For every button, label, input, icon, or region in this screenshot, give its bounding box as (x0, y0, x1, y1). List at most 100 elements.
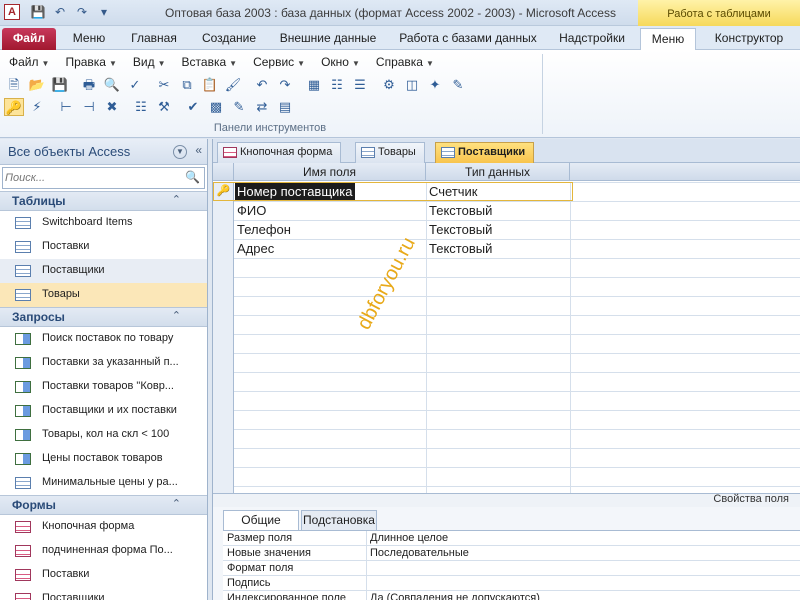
menu-help[interactable]: Справка ▼ (371, 55, 439, 69)
help-icon[interactable]: ✎ (448, 76, 468, 94)
nav-item-query[interactable]: Минимальные цены у ра... (0, 471, 207, 495)
nav-item-form[interactable]: Кнопочная форма (0, 515, 207, 539)
column-header-field-name[interactable]: Имя поля (234, 163, 426, 181)
tab-addins[interactable]: Надстройки (552, 28, 632, 50)
redo-icon[interactable]: ↷ (72, 4, 92, 20)
nav-menu-chevron-icon[interactable]: ▼ (173, 145, 187, 159)
indexes-icon[interactable]: ☷ (131, 98, 151, 116)
field-name-cell[interactable]: ФИО (237, 202, 266, 219)
row-selector[interactable] (213, 220, 234, 239)
nav-item-query[interactable]: Поиск поставок по товару (0, 327, 207, 351)
primary-key-icon[interactable]: 🔑 (213, 182, 234, 201)
tab-create[interactable]: Создание (192, 28, 266, 50)
doc-tab-goods[interactable]: Товары (355, 142, 425, 163)
nav-item-query[interactable]: Цены поставок товаров (0, 447, 207, 471)
nav-item-table[interactable]: Switchboard Items (0, 211, 207, 235)
primary-key-icon[interactable]: 🔑 (4, 98, 24, 116)
menu-window[interactable]: Окно ▼ (316, 55, 365, 69)
print-preview-icon[interactable]: 🔍 (102, 76, 122, 94)
nav-item-table[interactable]: Поставки (0, 235, 207, 259)
tab-database-tools[interactable]: Работа с базами данных (392, 28, 544, 50)
dependencies-icon[interactable]: ▤ (275, 98, 295, 116)
redo-icon[interactable]: ↷ (275, 76, 295, 94)
save-icon[interactable]: 💾 (50, 76, 70, 94)
nav-item-query[interactable]: Товары, кол на скл < 100 (0, 423, 207, 447)
nav-item-form[interactable]: Поставки (0, 563, 207, 587)
nav-search-input[interactable] (5, 169, 185, 187)
spelling-icon[interactable]: ✓ (125, 76, 145, 94)
tab-file[interactable]: Файл (2, 28, 56, 50)
tab-menu-context[interactable]: Меню (640, 28, 696, 50)
data-type-cell[interactable]: Текстовый (429, 221, 492, 238)
nav-item-table[interactable]: Товары (0, 283, 207, 307)
row-selector[interactable] (213, 201, 234, 220)
tab-external-data[interactable]: Внешние данные (272, 28, 384, 50)
search-icon[interactable]: 🔍 (185, 170, 200, 184)
undo-icon[interactable]: ↶ (252, 76, 272, 94)
menu-tools[interactable]: Сервис ▼ (248, 55, 310, 69)
build-icon[interactable]: ⚙ (379, 76, 399, 94)
tab-designer[interactable]: Конструктор (702, 28, 796, 50)
menu-view[interactable]: Вид ▼ (128, 55, 171, 69)
property-row[interactable]: Формат поля (223, 561, 800, 576)
property-row[interactable]: Размер поля Длинное целое (223, 531, 800, 546)
new-object-icon[interactable]: ✦ (425, 76, 445, 94)
delete-icon[interactable]: ✖ (102, 98, 122, 116)
print-icon[interactable]: 🖶 (79, 76, 99, 94)
tab-general[interactable]: Общие (223, 510, 299, 531)
field-name-cell[interactable]: Номер поставщика (235, 183, 355, 200)
edit-rules-icon[interactable]: ⚡ (27, 98, 47, 116)
nav-section-forms[interactable]: Формы ⌃ (0, 495, 207, 515)
format-painter-icon[interactable]: 🖌 (223, 76, 243, 94)
section-collapse-icon[interactable]: ⌃ (172, 309, 181, 322)
tab-menu[interactable]: Меню (62, 28, 116, 50)
view-icon[interactable]: ▦ (304, 76, 324, 94)
row-selector[interactable] (213, 239, 234, 258)
menu-file[interactable]: Файл ▼ (4, 55, 54, 69)
database-window-icon[interactable]: ◫ (402, 76, 422, 94)
grid-corner[interactable] (213, 163, 234, 181)
nav-collapse-icon[interactable]: « (195, 143, 202, 157)
field-row[interactable]: Телефон Текстовый (213, 220, 573, 239)
modify-lookups-icon[interactable]: ⚒ (154, 98, 174, 116)
tab-lookup[interactable]: Подстановка (301, 510, 377, 530)
copy-icon[interactable]: ⧉ (177, 76, 197, 94)
data-type-cell[interactable]: Текстовый (429, 202, 492, 219)
data-type-cell[interactable]: Счетчик (429, 183, 478, 200)
save-icon[interactable]: 💾 (28, 4, 48, 20)
property-row[interactable]: Подпись (223, 576, 800, 591)
doc-tab-suppliers[interactable]: Поставщики (435, 142, 535, 163)
new-icon[interactable]: 🗎 (4, 76, 24, 94)
nav-item-table[interactable]: Поставщики (0, 259, 207, 283)
field-name-cell[interactable]: Адрес (237, 240, 274, 257)
nav-item-query[interactable]: Поставки товаров "Ковр... (0, 375, 207, 399)
insert-rows-icon[interactable]: ⊢ (56, 98, 76, 116)
nav-section-queries[interactable]: Запросы ⌃ (0, 307, 207, 327)
properties-icon[interactable]: ☰ (350, 76, 370, 94)
tab-home[interactable]: Главная (122, 28, 186, 50)
property-row[interactable]: Новые значения Последовательные (223, 546, 800, 561)
field-row[interactable]: ФИО Текстовый (213, 201, 573, 220)
paste-icon[interactable]: 📋 (200, 76, 220, 94)
relationships-icon[interactable]: ☷ (327, 76, 347, 94)
doc-tab-switchboard[interactable]: Кнопочная форма (217, 142, 342, 163)
rename-icon[interactable]: ⇄ (252, 98, 272, 116)
property-row[interactable]: Индексированное поле Да (Совпадения не до… (223, 591, 800, 600)
access-app-icon[interactable]: A (4, 4, 20, 20)
undo-icon[interactable]: ↶ (50, 4, 70, 20)
section-collapse-icon[interactable]: ⌃ (172, 497, 181, 510)
nav-section-tables[interactable]: Таблицы ⌃ (0, 191, 207, 211)
property-sheet-icon[interactable]: ▩ (206, 98, 226, 116)
nav-item-form[interactable]: подчиненная форма По... (0, 539, 207, 563)
menu-edit[interactable]: Правка ▼ (60, 55, 121, 69)
nav-header[interactable]: Все объекты Access ▼ « (0, 139, 207, 165)
data-type-cell[interactable]: Текстовый (429, 240, 492, 257)
field-row[interactable]: 🔑 Номер поставщика Счетчик (213, 182, 573, 201)
nav-item-form[interactable]: Поставщики (0, 587, 207, 600)
open-icon[interactable]: 📂 (27, 76, 47, 94)
column-header-data-type[interactable]: Тип данных (426, 163, 570, 181)
field-name-cell[interactable]: Телефон (237, 221, 291, 238)
nav-item-query[interactable]: Поставки за указанный п... (0, 351, 207, 375)
delete-rows-icon[interactable]: ⊣ (79, 98, 99, 116)
nav-item-query[interactable]: Поставщики и их поставки (0, 399, 207, 423)
